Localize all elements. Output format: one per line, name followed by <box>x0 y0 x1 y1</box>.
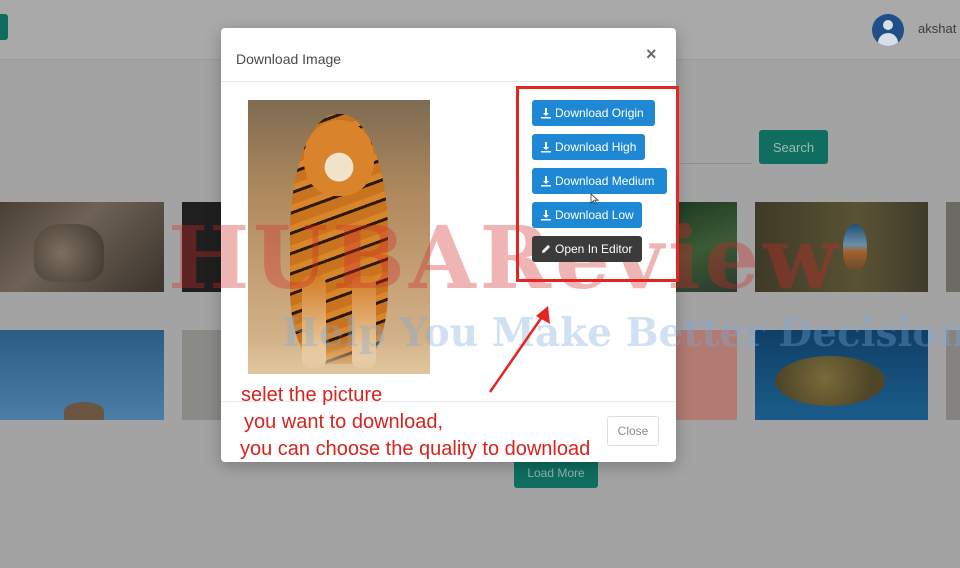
annotation-text-line-3: you can choose the quality to download <box>240 438 591 460</box>
watermark-tagline: Help You Make Better Decisions <box>282 310 960 356</box>
close-icon[interactable]: × <box>646 44 657 65</box>
annotation-text-line-2: you want to download, <box>244 411 444 433</box>
watermark-logo: HUBAReview <box>168 208 842 309</box>
search-button[interactable]: Search <box>759 130 828 164</box>
gallery-image-cat[interactable] <box>0 202 164 292</box>
user-avatar-icon[interactable] <box>872 14 904 46</box>
close-button[interactable]: Close <box>607 416 659 446</box>
modal-title: Download Image <box>236 51 342 67</box>
brand-tab[interactable] <box>0 14 8 40</box>
annotation-highlight-box <box>516 86 679 282</box>
username-label[interactable]: akshat <box>918 21 956 36</box>
annotation-text-line-1: selet the picture <box>241 384 383 406</box>
gallery-image-sky[interactable] <box>0 330 164 420</box>
gallery-image-elephant[interactable] <box>182 330 222 420</box>
annotation-arrow-icon <box>488 306 550 393</box>
gallery-image-partial[interactable] <box>946 202 960 292</box>
search-input[interactable] <box>680 132 752 164</box>
modal-header: Download Image × <box>221 28 676 82</box>
